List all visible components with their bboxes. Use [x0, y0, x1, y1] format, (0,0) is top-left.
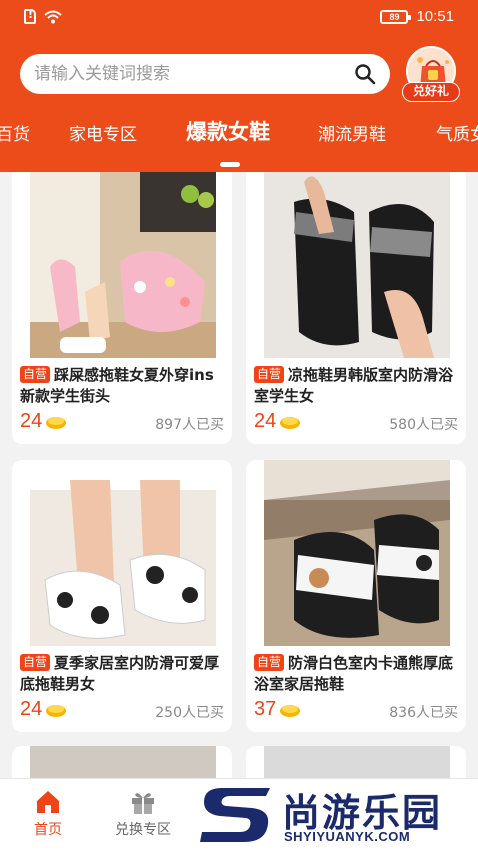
active-tab-indicator	[220, 162, 240, 167]
sold-count: 250人已买	[155, 705, 224, 721]
product-title: 自营 凉拖鞋男韩版室内防滑浴室学生女	[254, 366, 454, 405]
tab-appliances[interactable]: 家电专区	[69, 120, 137, 145]
tab-elegant-women[interactable]: 气质女	[436, 120, 478, 145]
tab-mens-shoes[interactable]: 潮流男鞋	[318, 120, 386, 145]
product-title: 自营 夏季家居室内防滑可爱厚底拖鞋男女	[20, 654, 220, 693]
status-bar: 89 10:51	[0, 0, 478, 36]
product-image	[30, 172, 216, 358]
gift-box-icon	[132, 793, 154, 814]
nav-exchange-zone[interactable]: 兑换专区	[98, 789, 188, 839]
product-card[interactable]: 自营 凉拖鞋男韩版室内防滑浴室学生女 24 580人已买	[246, 172, 466, 444]
product-title: 自营 踩屎感拖鞋女夏外穿ins新款学生街头	[20, 366, 214, 405]
coin-icon	[46, 704, 67, 717]
home-icon	[37, 791, 59, 813]
sold-count: 897人已买	[155, 417, 224, 433]
sim-alert-icon	[24, 8, 36, 24]
product-price: 37	[254, 698, 301, 721]
nav-home[interactable]: 首页	[3, 789, 93, 839]
product-price: 24	[20, 410, 67, 433]
watermark-logo-icon	[200, 788, 270, 842]
self-operated-badge: 自营	[20, 366, 51, 383]
search-bar[interactable]	[20, 54, 390, 94]
battery-icon: 89	[380, 9, 412, 24]
product-card[interactable]: 自营 防滑白色室内卡通熊厚底浴室家居拖鞋 37 836人已买	[246, 460, 466, 732]
nav-home-label: 首页	[34, 822, 62, 838]
category-tabs: 百货 家电专区 爆款女鞋 潮流男鞋 气质女	[0, 114, 478, 154]
wifi-icon	[44, 10, 62, 23]
nav-exchange-label: 兑换专区	[115, 822, 171, 838]
search-input[interactable]	[34, 64, 354, 84]
product-image	[30, 746, 216, 778]
product-image	[264, 746, 450, 778]
self-operated-badge: 自营	[254, 366, 285, 383]
redeem-gift-label: 兑好礼	[402, 82, 460, 102]
redeem-gift-button[interactable]: 兑好礼	[402, 46, 460, 102]
self-operated-badge: 自营	[254, 654, 285, 671]
clock: 10:51	[416, 8, 454, 25]
product-card[interactable]: 自营 踩屎感拖鞋女夏外穿ins新款学生街头 24 897人已买	[12, 172, 232, 444]
product-price: 24	[20, 698, 67, 721]
sold-count: 580人已买	[389, 417, 458, 433]
product-title: 自营 防滑白色室内卡通熊厚底浴室家居拖鞋	[254, 654, 454, 693]
product-grid: 自营 踩屎感拖鞋女夏外穿ins新款学生街头 24 897人已买 自营 凉拖鞋男韩版室…	[0, 172, 478, 778]
product-image	[30, 460, 216, 646]
self-operated-badge: 自营	[20, 654, 51, 671]
product-image	[264, 172, 450, 358]
app-header: 89 10:51 兑好礼 百货 家电专区 爆款女鞋 潮流男鞋 气质女	[0, 0, 478, 172]
product-card[interactable]	[246, 746, 466, 778]
product-price: 24	[254, 410, 301, 433]
watermark-text-en: SHYIYUANYK.COM	[284, 829, 411, 844]
coin-icon	[280, 416, 301, 429]
site-watermark: 尚游乐园 SHYIYUANYK.COM	[200, 784, 478, 850]
tab-general-goods[interactable]: 百货	[0, 120, 30, 145]
product-card[interactable]: 自营 夏季家居室内防滑可爱厚底拖鞋男女 24 250人已买	[12, 460, 232, 732]
search-icon[interactable]	[354, 63, 376, 85]
coin-icon	[46, 416, 67, 429]
product-image	[264, 460, 450, 646]
tab-womens-shoes[interactable]: 爆款女鞋	[186, 116, 270, 146]
sold-count: 836人已买	[389, 705, 458, 721]
coin-icon	[280, 704, 301, 717]
product-card[interactable]	[12, 746, 232, 778]
